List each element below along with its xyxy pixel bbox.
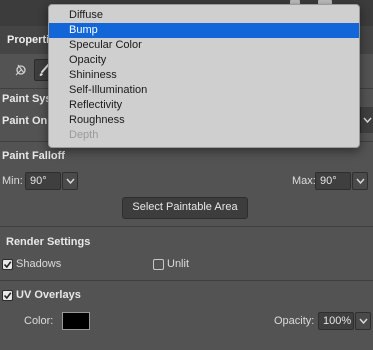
- chevron-down-icon: [355, 178, 365, 184]
- chevron-down-icon: [358, 318, 368, 324]
- menu-item-specular-color[interactable]: Specular Color: [49, 38, 359, 53]
- chevron-down-icon: [65, 178, 75, 184]
- shadows-label: Shadows: [16, 258, 62, 270]
- menu-item-bump[interactable]: Bump: [49, 23, 359, 38]
- paint-on-dropdown-arrow[interactable]: [360, 107, 373, 133]
- min-value-field[interactable]: 90°: [25, 172, 61, 190]
- shadows-checkbox[interactable]: [2, 259, 13, 270]
- min-dropdown-button[interactable]: [62, 172, 78, 190]
- menu-item-opacity[interactable]: Opacity: [49, 53, 359, 68]
- max-dropdown-button[interactable]: [352, 172, 368, 190]
- paint-target-icon[interactable]: [12, 61, 30, 79]
- max-label: Max:: [292, 175, 316, 187]
- checkmark-icon: [3, 261, 12, 269]
- menu-item-reflectivity[interactable]: Reflectivity: [49, 98, 359, 113]
- menu-item-self-illumination[interactable]: Self-Illumination: [49, 83, 359, 98]
- paint-on-label: Paint On:: [2, 115, 51, 127]
- menu-item-shininess[interactable]: Shininess: [49, 68, 359, 83]
- panel-title: Properti: [7, 34, 50, 46]
- select-paintable-area-button[interactable]: Select Paintable Area: [122, 197, 248, 219]
- divider: [0, 280, 373, 281]
- uv-overlays-checkbox[interactable]: [2, 290, 13, 301]
- max-value-field[interactable]: 90°: [315, 172, 351, 190]
- color-swatch[interactable]: [62, 312, 90, 330]
- opacity-dropdown-button[interactable]: [355, 312, 371, 330]
- menu-item-roughness[interactable]: Roughness: [49, 113, 359, 128]
- min-label: Min:: [2, 175, 23, 187]
- paint-falloff-title: Paint Falloff: [2, 150, 65, 162]
- paint-system-label: Paint Sys: [2, 93, 52, 105]
- uv-overlays-title: UV Overlays: [16, 289, 81, 301]
- menu-item-depth: Depth: [69, 129, 99, 141]
- menu-item-diffuse[interactable]: Diffuse: [49, 8, 359, 23]
- color-label: Color:: [24, 315, 54, 327]
- opacity-value-field[interactable]: 100%: [318, 312, 354, 330]
- unlit-label: Unlit: [167, 258, 190, 270]
- unlit-checkbox[interactable]: [153, 259, 164, 270]
- opacity-label: Opacity:: [274, 315, 315, 327]
- checkmark-icon: [3, 292, 12, 300]
- divider: [0, 226, 373, 227]
- texture-type-menu: Diffuse Bump Specular Color Opacity Shin…: [48, 4, 360, 148]
- render-settings-title: Render Settings: [6, 236, 91, 248]
